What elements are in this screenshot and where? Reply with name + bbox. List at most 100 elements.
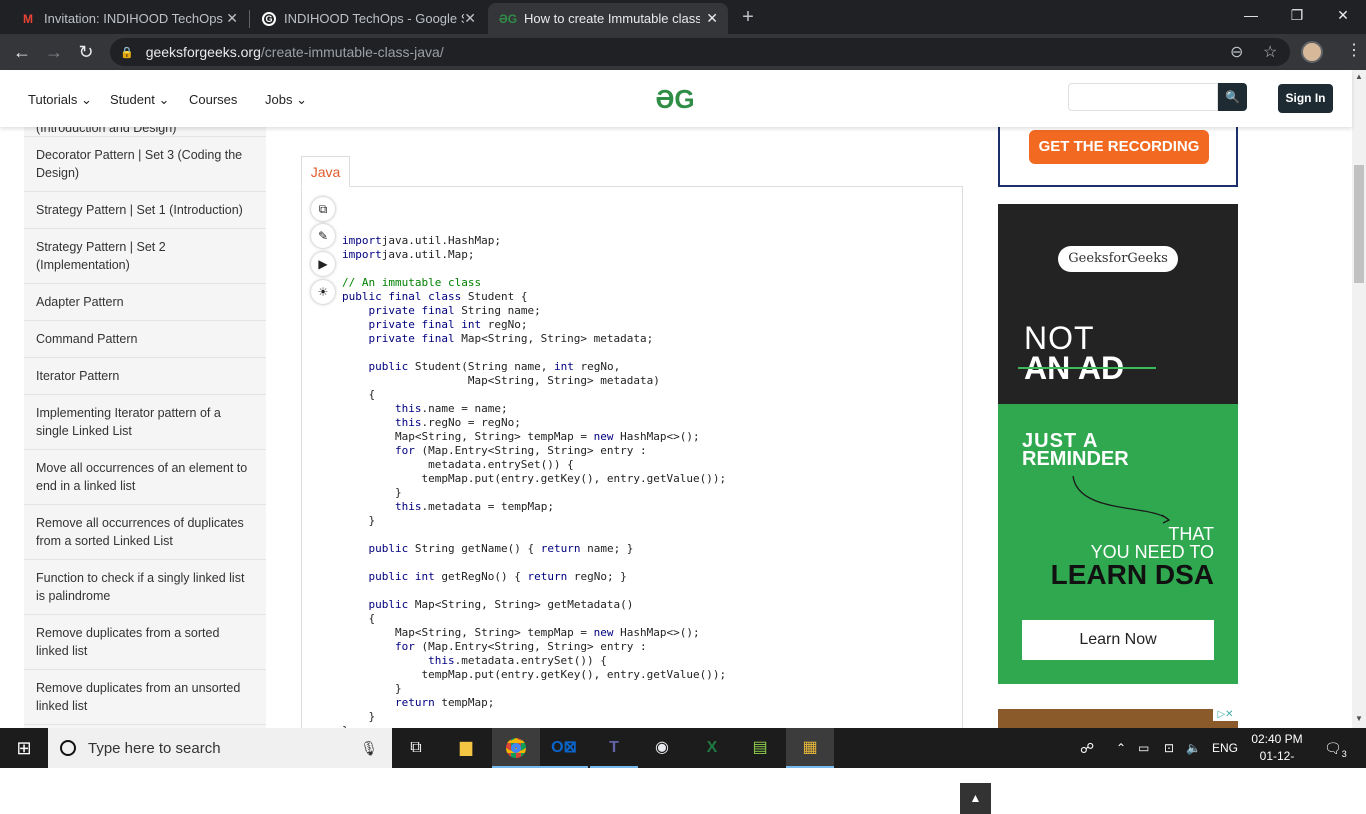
people-icon[interactable]: ☍: [1080, 728, 1094, 768]
sidebar-item[interactable]: Strategy Pattern | Set 1 (Introduction): [24, 192, 266, 229]
close-tab-icon[interactable]: ✕: [464, 10, 476, 27]
bottom-ad[interactable]: [998, 709, 1238, 728]
code-line: importjava.util.HashMap;: [342, 234, 501, 247]
nav-label: Student: [110, 92, 155, 107]
adchoices-icon[interactable]: ▷✕: [1213, 709, 1238, 721]
edit-icon[interactable]: ✎: [311, 224, 335, 248]
sidebar-item[interactable]: Function to check if a singly linked lis…: [24, 560, 266, 615]
show-hidden-icons-icon[interactable]: ⌃: [1116, 728, 1126, 768]
nav-student[interactable]: Student ⌄: [110, 92, 169, 108]
nav-tutorials[interactable]: Tutorials ⌄: [28, 92, 92, 108]
monitor-icon[interactable]: ⊡: [1164, 728, 1174, 768]
theme-toggle-icon[interactable]: ☀: [311, 280, 335, 304]
language-indicator[interactable]: ENG: [1212, 728, 1238, 768]
chrome-menu-icon[interactable]: ⋮: [1346, 40, 1362, 60]
notepad-icon[interactable]: ▤: [736, 728, 784, 768]
outlook-icon[interactable]: O⊠: [540, 728, 588, 768]
copy-icon[interactable]: ⧉: [311, 197, 335, 221]
sidebar-item[interactable]: Remove duplicates from a sorted linked l…: [24, 615, 266, 670]
sign-in-button[interactable]: Sign In: [1278, 84, 1333, 113]
file-explorer-icon[interactable]: ▆: [442, 728, 490, 768]
sidebar-item[interactable]: Implementing Iterator pattern of a singl…: [24, 395, 266, 450]
site-search-input[interactable]: [1068, 83, 1218, 111]
learn-now-button[interactable]: Learn Now: [1022, 620, 1214, 660]
ad-bottom-panel: JUST A REMINDER THAT YOU NEED TO LEARN D…: [998, 404, 1238, 684]
search-icon[interactable]: 🔍: [1218, 83, 1247, 111]
nav-jobs[interactable]: Jobs ⌄: [265, 92, 307, 108]
dsa-ad-banner[interactable]: GeeksforGeeks NOT AN AD JUST A REMINDER …: [998, 204, 1238, 684]
notification-center-icon[interactable]: 🗨3: [1324, 728, 1347, 768]
scrollbar-thumb[interactable]: [1354, 165, 1364, 283]
code-line: tempMap.put(entry.getKey(), entry.getVal…: [342, 668, 727, 681]
tab-title: How to create Immutable class in: [524, 11, 700, 26]
nav-label: Courses: [189, 92, 238, 107]
code-line: {: [342, 388, 376, 401]
code-line: private final Map<String, String> metada…: [368, 332, 654, 345]
sidebar-item[interactable]: Remove all occurrences of duplicates fro…: [24, 505, 266, 560]
bookmark-star-icon[interactable]: ☆: [1263, 42, 1277, 62]
chevron-down-icon: ⌄: [158, 92, 170, 107]
scroll-down-icon[interactable]: ▼: [1355, 714, 1363, 723]
sidebar-item[interactable]: Decorator Pattern | Set 3 (Coding the De…: [24, 137, 266, 192]
tab-gfg-immutable[interactable]: ƏG How to create Immutable class in ✕: [488, 3, 728, 34]
sidebar-item[interactable]: Adapter Pattern: [24, 284, 266, 321]
tab-java[interactable]: Java: [301, 156, 350, 187]
gfg-logo[interactable]: ƏG: [651, 84, 699, 114]
reload-icon[interactable]: ↻: [74, 40, 98, 64]
clock[interactable]: 02:40 PM 01-12-2020: [1248, 731, 1306, 782]
teams-icon[interactable]: T: [590, 728, 638, 768]
windows-start-icon[interactable]: ⊞: [0, 728, 48, 768]
restore-icon[interactable]: ❐: [1274, 0, 1320, 30]
gfg-icon: ƏG: [498, 11, 518, 26]
sidebar-item[interactable]: Move all occurrences of an element to en…: [24, 450, 266, 505]
close-tab-icon[interactable]: ✕: [706, 10, 718, 27]
sidebar-item[interactable]: (Introduction and Design): [24, 127, 266, 137]
taskbar-search-placeholder: Type here to search: [88, 739, 221, 757]
media-app-icon[interactable]: ▦: [786, 728, 834, 768]
recording-ad: GET THE RECORDING: [998, 127, 1238, 187]
sidebar-item[interactable]: Strategy Pattern | Set 2 (Implementation…: [24, 229, 266, 284]
windows-taskbar: ⊞ Type here to search 🎙 ⧉ ▆ O⊠ T ◉ X ▤ ▦…: [0, 728, 1366, 780]
forward-icon[interactable]: →: [42, 40, 66, 64]
scroll-to-top-button[interactable]: ▲: [960, 783, 991, 814]
code-line: private final String name;: [368, 304, 541, 317]
logo-text: ƏG: [655, 84, 695, 114]
excel-icon[interactable]: X: [688, 728, 736, 768]
new-tab-icon[interactable]: +: [736, 5, 760, 29]
tab-gmail-invitation[interactable]: M Invitation: INDIHOOD TechOps (T ✕: [8, 3, 248, 34]
sidebar-item[interactable]: Command Pattern: [24, 321, 266, 358]
profile-avatar[interactable]: [1301, 41, 1323, 63]
microphone-icon[interactable]: 🎙: [360, 740, 378, 757]
window-close-icon[interactable]: ✕: [1320, 0, 1366, 30]
minimize-icon[interactable]: —: [1228, 0, 1274, 30]
browser-tab-strip: M Invitation: INDIHOOD TechOps (T ✕ G IN…: [0, 0, 1366, 34]
code-line: }: [342, 514, 376, 527]
zoom-icon[interactable]: ⊖: [1230, 42, 1243, 62]
nav-courses[interactable]: Courses: [189, 92, 237, 107]
strike-line: [1018, 367, 1156, 369]
close-tab-icon[interactable]: ✕: [226, 10, 238, 27]
chrome-taskbar-icon[interactable]: [492, 728, 540, 768]
run-icon[interactable]: ▶: [311, 252, 335, 276]
code-line: }: [342, 682, 402, 695]
code-panel: ⧉ ✎ ▶ ☀ importjava.util.HashMap; importja…: [301, 186, 963, 765]
sidebar-item[interactable]: Iterator Pattern: [24, 358, 266, 395]
ad-top-panel: GeeksforGeeks NOT AN AD: [998, 204, 1238, 404]
curved-arrow-icon: [1072, 475, 1171, 524]
network-icon[interactable]: ▭: [1138, 728, 1149, 768]
page-scrollbar[interactable]: ▲ ▼: [1352, 70, 1366, 728]
code-line: this.metadata.entrySet()) {: [428, 654, 607, 667]
taskbar-search-box[interactable]: Type here to search 🎙: [48, 728, 392, 768]
volume-icon[interactable]: 🔈: [1186, 728, 1201, 768]
address-bar[interactable]: 🔒 geeksforgeeks.org/create-immutable-cla…: [110, 38, 1290, 66]
get-recording-button[interactable]: GET THE RECORDING: [1029, 130, 1209, 164]
code-line: return tempMap;: [394, 696, 495, 709]
eclipse-icon[interactable]: ◉: [638, 728, 686, 768]
tab-google-search[interactable]: G INDIHOOD TechOps - Google Se ✕: [250, 3, 486, 34]
scroll-up-icon[interactable]: ▲: [1355, 72, 1363, 81]
task-view-icon[interactable]: ⧉: [392, 728, 440, 768]
back-icon[interactable]: ←: [10, 40, 34, 64]
code-line: Map<String, String> tempMap = new HashMa…: [342, 430, 700, 443]
sidebar-item[interactable]: Remove duplicates from an unsorted linke…: [24, 670, 266, 725]
